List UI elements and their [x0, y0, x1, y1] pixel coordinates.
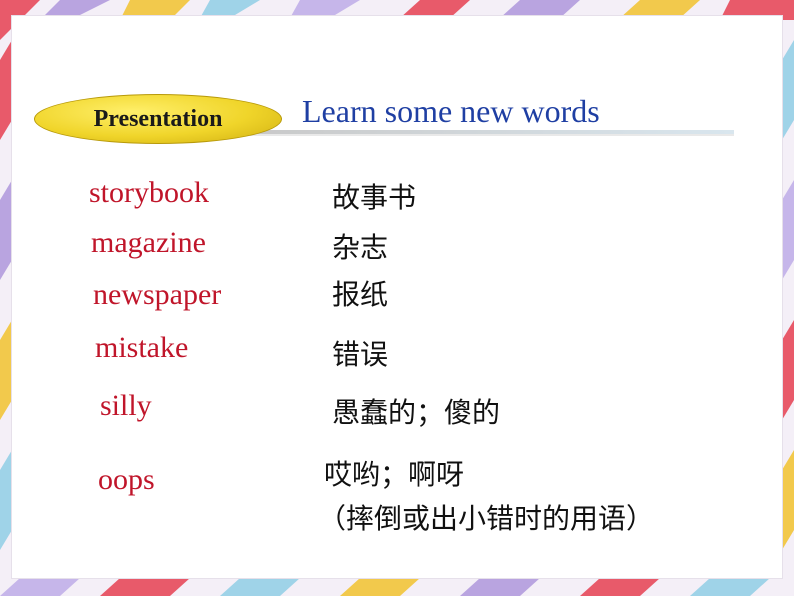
word-english: storybook: [89, 176, 209, 209]
word-chinese: 故事书: [332, 181, 417, 214]
word-english: mistake: [95, 331, 189, 364]
word-chinese: 错误: [332, 338, 389, 371]
word-english: magazine: [91, 226, 206, 259]
word-chinese: 报纸: [332, 278, 389, 311]
presentation-badge: Presentation: [34, 94, 282, 144]
word-chinese-note: （摔倒或出小错时的用语）: [318, 502, 655, 535]
word-english: silly: [100, 389, 152, 422]
word-chinese: 杂志: [332, 231, 389, 264]
slide-title: Learn some new words: [302, 93, 600, 129]
word-chinese: 哎哟；啊呀: [324, 458, 465, 491]
word-english: newspaper: [93, 278, 222, 311]
presentation-badge-label: Presentation: [93, 105, 223, 132]
word-chinese: 愚蠢的；傻的: [332, 396, 501, 429]
header-underline-shadow: [250, 134, 734, 136]
word-english: oops: [98, 463, 155, 496]
